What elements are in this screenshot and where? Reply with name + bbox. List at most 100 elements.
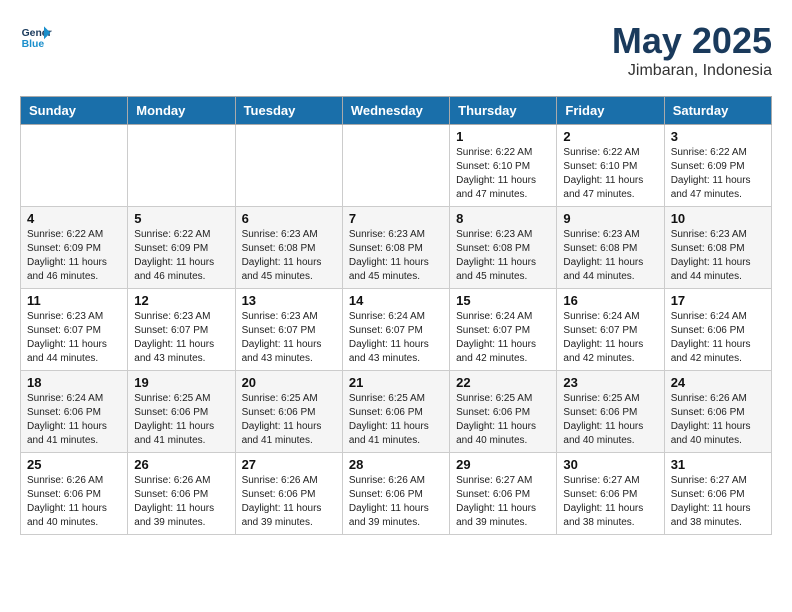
day-number: 7 xyxy=(349,211,443,226)
weekday-header-row: SundayMondayTuesdayWednesdayThursdayFrid… xyxy=(21,97,772,125)
day-number: 20 xyxy=(242,375,336,390)
calendar-cell: 13 Sunrise: 6:23 AM Sunset: 6:07 PM Dayli… xyxy=(235,289,342,371)
day-info: Sunrise: 6:27 AM Sunset: 6:06 PM Dayligh… xyxy=(671,474,765,530)
calendar-cell: 10 Sunrise: 6:23 AM Sunset: 6:08 PM Dayli… xyxy=(664,207,771,289)
day-info: Sunrise: 6:25 AM Sunset: 6:06 PM Dayligh… xyxy=(563,392,657,448)
calendar-cell: 18 Sunrise: 6:24 AM Sunset: 6:06 PM Dayli… xyxy=(21,371,128,453)
day-number: 24 xyxy=(671,375,765,390)
day-number: 11 xyxy=(27,293,121,308)
title-block: May 2025 Jimbaran, Indonesia xyxy=(612,20,772,80)
day-number: 26 xyxy=(134,457,228,472)
day-info: Sunrise: 6:26 AM Sunset: 6:06 PM Dayligh… xyxy=(671,392,765,448)
calendar-cell: 28 Sunrise: 6:26 AM Sunset: 6:06 PM Dayli… xyxy=(342,453,449,535)
calendar-cell: 26 Sunrise: 6:26 AM Sunset: 6:06 PM Dayli… xyxy=(128,453,235,535)
day-info: Sunrise: 6:25 AM Sunset: 6:06 PM Dayligh… xyxy=(349,392,443,448)
day-number: 4 xyxy=(27,211,121,226)
day-number: 6 xyxy=(242,211,336,226)
day-info: Sunrise: 6:22 AM Sunset: 6:09 PM Dayligh… xyxy=(134,228,228,284)
day-number: 22 xyxy=(456,375,550,390)
calendar-cell: 22 Sunrise: 6:25 AM Sunset: 6:06 PM Dayli… xyxy=(450,371,557,453)
calendar-week-row: 18 Sunrise: 6:24 AM Sunset: 6:06 PM Dayli… xyxy=(21,371,772,453)
calendar-cell: 31 Sunrise: 6:27 AM Sunset: 6:06 PM Dayli… xyxy=(664,453,771,535)
calendar-cell: 14 Sunrise: 6:24 AM Sunset: 6:07 PM Dayli… xyxy=(342,289,449,371)
day-number: 1 xyxy=(456,129,550,144)
day-info: Sunrise: 6:25 AM Sunset: 6:06 PM Dayligh… xyxy=(242,392,336,448)
calendar-cell: 30 Sunrise: 6:27 AM Sunset: 6:06 PM Dayli… xyxy=(557,453,664,535)
day-number: 16 xyxy=(563,293,657,308)
page-header: General Blue May 2025 Jimbaran, Indonesi… xyxy=(20,20,772,80)
day-info: Sunrise: 6:26 AM Sunset: 6:06 PM Dayligh… xyxy=(134,474,228,530)
day-number: 13 xyxy=(242,293,336,308)
day-info: Sunrise: 6:23 AM Sunset: 6:07 PM Dayligh… xyxy=(27,310,121,366)
calendar-cell: 23 Sunrise: 6:25 AM Sunset: 6:06 PM Dayli… xyxy=(557,371,664,453)
day-number: 19 xyxy=(134,375,228,390)
calendar-cell: 24 Sunrise: 6:26 AM Sunset: 6:06 PM Dayli… xyxy=(664,371,771,453)
day-number: 15 xyxy=(456,293,550,308)
calendar-cell: 2Sunrise: 6:22 AM Sunset: 6:10 PM Daylig… xyxy=(557,125,664,207)
day-number: 29 xyxy=(456,457,550,472)
day-info: Sunrise: 6:22 AM Sunset: 6:09 PM Dayligh… xyxy=(27,228,121,284)
calendar-cell xyxy=(342,125,449,207)
day-info: Sunrise: 6:23 AM Sunset: 6:08 PM Dayligh… xyxy=(242,228,336,284)
day-info: Sunrise: 6:27 AM Sunset: 6:06 PM Dayligh… xyxy=(563,474,657,530)
calendar-week-row: 4 Sunrise: 6:22 AM Sunset: 6:09 PM Daylig… xyxy=(21,207,772,289)
day-info: Sunrise: 6:23 AM Sunset: 6:08 PM Dayligh… xyxy=(671,228,765,284)
day-number: 10 xyxy=(671,211,765,226)
calendar-cell: 6 Sunrise: 6:23 AM Sunset: 6:08 PM Daylig… xyxy=(235,207,342,289)
day-number: 23 xyxy=(563,375,657,390)
day-info: Sunrise: 6:23 AM Sunset: 6:07 PM Dayligh… xyxy=(134,310,228,366)
day-number: 3 xyxy=(671,129,765,144)
day-info: Sunrise: 6:23 AM Sunset: 6:08 PM Dayligh… xyxy=(349,228,443,284)
day-number: 12 xyxy=(134,293,228,308)
weekday-header: Friday xyxy=(557,97,664,125)
day-number: 5 xyxy=(134,211,228,226)
day-info: Sunrise: 6:24 AM Sunset: 6:06 PM Dayligh… xyxy=(27,392,121,448)
calendar-cell: 11 Sunrise: 6:23 AM Sunset: 6:07 PM Dayli… xyxy=(21,289,128,371)
day-number: 8 xyxy=(456,211,550,226)
calendar-cell: 16 Sunrise: 6:24 AM Sunset: 6:07 PM Dayli… xyxy=(557,289,664,371)
calendar-cell xyxy=(21,125,128,207)
calendar-table: SundayMondayTuesdayWednesdayThursdayFrid… xyxy=(20,96,772,535)
calendar-cell: 29Sunrise: 6:27 AM Sunset: 6:06 PM Dayli… xyxy=(450,453,557,535)
day-info: Sunrise: 6:24 AM Sunset: 6:07 PM Dayligh… xyxy=(349,310,443,366)
day-number: 30 xyxy=(563,457,657,472)
day-number: 28 xyxy=(349,457,443,472)
calendar-cell: 27Sunrise: 6:26 AM Sunset: 6:06 PM Dayli… xyxy=(235,453,342,535)
calendar-week-row: 1 Sunrise: 6:22 AM Sunset: 6:10 PM Daylig… xyxy=(21,125,772,207)
weekday-header: Sunday xyxy=(21,97,128,125)
logo: General Blue xyxy=(20,20,52,52)
day-info: Sunrise: 6:22 AM Sunset: 6:09 PM Dayligh… xyxy=(671,146,765,202)
day-info: Sunrise: 6:22 AM Sunset: 6:10 PM Dayligh… xyxy=(456,146,550,202)
calendar-cell: 25 Sunrise: 6:26 AM Sunset: 6:06 PM Dayli… xyxy=(21,453,128,535)
calendar-cell: 21Sunrise: 6:25 AM Sunset: 6:06 PM Dayli… xyxy=(342,371,449,453)
day-info: Sunrise: 6:26 AM Sunset: 6:06 PM Dayligh… xyxy=(242,474,336,530)
day-number: 2 xyxy=(563,129,657,144)
day-info: Sunrise: 6:26 AM Sunset: 6:06 PM Dayligh… xyxy=(349,474,443,530)
calendar-cell: 3 Sunrise: 6:22 AM Sunset: 6:09 PM Daylig… xyxy=(664,125,771,207)
day-info: Sunrise: 6:24 AM Sunset: 6:07 PM Dayligh… xyxy=(563,310,657,366)
weekday-header: Wednesday xyxy=(342,97,449,125)
calendar-cell: 9 Sunrise: 6:23 AM Sunset: 6:08 PM Daylig… xyxy=(557,207,664,289)
day-info: Sunrise: 6:25 AM Sunset: 6:06 PM Dayligh… xyxy=(456,392,550,448)
day-number: 14 xyxy=(349,293,443,308)
calendar-cell xyxy=(128,125,235,207)
svg-text:Blue: Blue xyxy=(22,39,45,50)
day-info: Sunrise: 6:23 AM Sunset: 6:08 PM Dayligh… xyxy=(456,228,550,284)
day-number: 9 xyxy=(563,211,657,226)
day-number: 18 xyxy=(27,375,121,390)
day-info: Sunrise: 6:24 AM Sunset: 6:07 PM Dayligh… xyxy=(456,310,550,366)
calendar-cell: 8 Sunrise: 6:23 AM Sunset: 6:08 PM Daylig… xyxy=(450,207,557,289)
day-info: Sunrise: 6:26 AM Sunset: 6:06 PM Dayligh… xyxy=(27,474,121,530)
day-info: Sunrise: 6:23 AM Sunset: 6:08 PM Dayligh… xyxy=(563,228,657,284)
calendar-cell: 1 Sunrise: 6:22 AM Sunset: 6:10 PM Daylig… xyxy=(450,125,557,207)
calendar-cell: 19Sunrise: 6:25 AM Sunset: 6:06 PM Dayli… xyxy=(128,371,235,453)
day-number: 25 xyxy=(27,457,121,472)
calendar-cell: 4 Sunrise: 6:22 AM Sunset: 6:09 PM Daylig… xyxy=(21,207,128,289)
day-number: 31 xyxy=(671,457,765,472)
day-number: 17 xyxy=(671,293,765,308)
weekday-header: Saturday xyxy=(664,97,771,125)
day-info: Sunrise: 6:24 AM Sunset: 6:06 PM Dayligh… xyxy=(671,310,765,366)
month-title: May 2025 xyxy=(612,20,772,62)
day-info: Sunrise: 6:23 AM Sunset: 6:07 PM Dayligh… xyxy=(242,310,336,366)
calendar-cell: 15 Sunrise: 6:24 AM Sunset: 6:07 PM Dayli… xyxy=(450,289,557,371)
